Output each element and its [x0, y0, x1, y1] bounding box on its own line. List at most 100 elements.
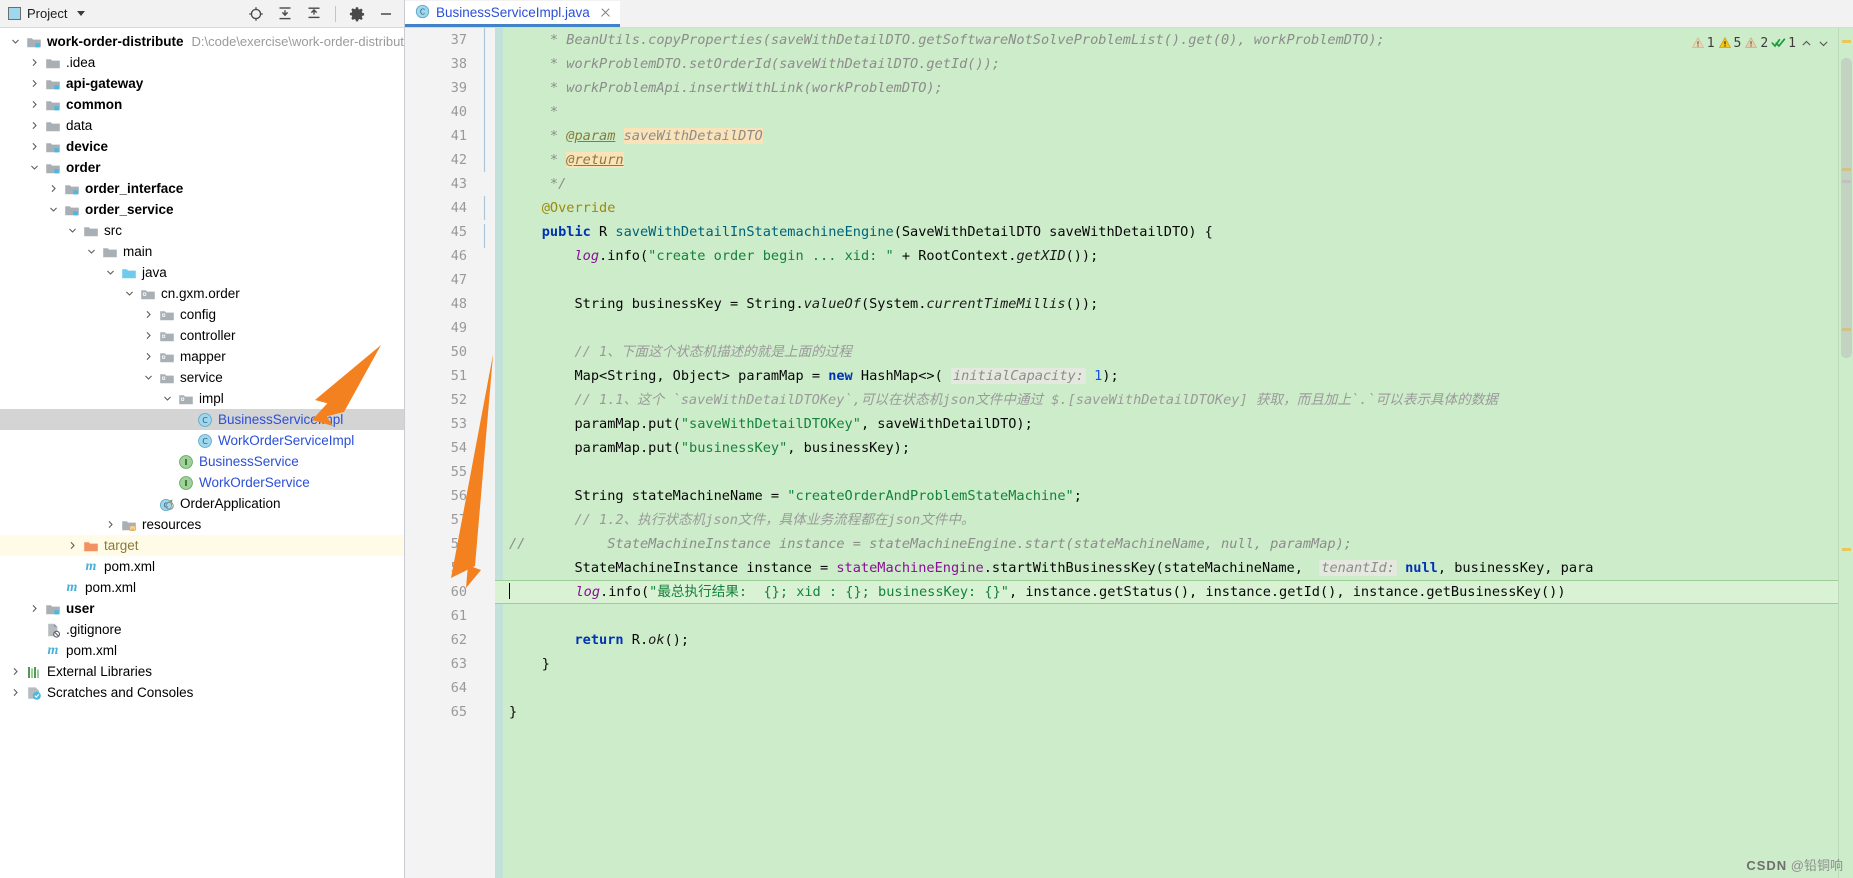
chevron-down-icon[interactable]: [66, 224, 79, 237]
tree-item-work-order-distribute[interactable]: work-order-distribute D:\code\exercise\wo…: [0, 31, 404, 52]
chevron-down-icon[interactable]: [142, 371, 155, 384]
chevron-down-icon[interactable]: [47, 203, 60, 216]
tree-item-controller[interactable]: controller: [0, 325, 404, 346]
settings-gear-icon[interactable]: [349, 6, 365, 22]
chevron-right-icon[interactable]: [142, 350, 155, 363]
tree-item-mapper[interactable]: mapper: [0, 346, 404, 367]
inspection-ok-check[interactable]: 1: [1771, 36, 1796, 51]
code-line-54[interactable]: paramMap.put("businessKey", businessKey)…: [495, 436, 1838, 460]
line-number-57[interactable]: 57: [405, 508, 473, 532]
tree-item-cn-gxm-order[interactable]: cn.gxm.order: [0, 283, 404, 304]
fold-marker-60[interactable]: [473, 580, 495, 604]
line-number-52[interactable]: 52: [405, 388, 473, 412]
fold-region-method-start[interactable]: [480, 224, 489, 248]
line-number-61[interactable]: 61: [405, 604, 473, 628]
fold-marker-50[interactable]: [473, 340, 495, 364]
code-line-53[interactable]: paramMap.put("saveWithDetailDTOKey", sav…: [495, 412, 1838, 436]
fold-marker-43[interactable]: [473, 172, 495, 196]
code-line-64[interactable]: [495, 676, 1838, 700]
locate-icon[interactable]: [248, 6, 264, 22]
chevron-down-icon[interactable]: [123, 287, 136, 300]
line-number-51[interactable]: 51: [405, 364, 473, 388]
tree-item-idea[interactable]: .idea: [0, 52, 404, 73]
editor-marker-scrollbar[interactable]: [1838, 28, 1853, 878]
chevron-right-icon[interactable]: [28, 140, 41, 153]
code-line-57[interactable]: // 1.2、执行状态机json文件，具体业务流程都在json文件中。: [495, 508, 1838, 532]
code-line-37[interactable]: * BeanUtils.copyProperties(saveWithDetai…: [495, 28, 1838, 52]
code-line-55[interactable]: [495, 460, 1838, 484]
line-number-60[interactable]: 60: [405, 580, 491, 604]
project-tree[interactable]: work-order-distribute D:\code\exercise\wo…: [0, 28, 404, 878]
code-line-47[interactable]: [495, 268, 1838, 292]
code-line-50[interactable]: // 1、下面这个状态机描述的就是上面的过程: [495, 340, 1838, 364]
tree-item-target[interactable]: target: [0, 535, 404, 556]
line-number-40[interactable]: 40: [405, 100, 473, 124]
fold-marker-53[interactable]: [473, 412, 495, 436]
fold-region-javadoc-end[interactable]: [480, 196, 489, 220]
fold-marker-57[interactable]: [473, 508, 495, 532]
code-line-61[interactable]: [495, 604, 1838, 628]
line-number-37[interactable]: 37: [405, 28, 473, 52]
tree-item-config[interactable]: config: [0, 304, 404, 325]
fold-marker-54[interactable]: [473, 436, 495, 460]
tree-item-businessserviceimpl[interactable]: C BusinessServiceImpl: [0, 409, 404, 430]
chevron-right-icon[interactable]: [28, 119, 41, 132]
collapse-all-icon[interactable]: [306, 6, 322, 22]
line-number-39[interactable]: 39: [405, 76, 473, 100]
chevron-right-icon[interactable]: [28, 602, 41, 615]
line-number-48[interactable]: 48: [405, 292, 473, 316]
tree-item-workorderservice[interactable]: I WorkOrderService: [0, 472, 404, 493]
dropdown-caret-icon[interactable]: [77, 11, 86, 16]
line-number-58[interactable]: 58: [405, 532, 473, 556]
code-line-49[interactable]: [495, 316, 1838, 340]
line-number-56[interactable]: 56: [405, 484, 473, 508]
tree-item-java[interactable]: java: [0, 262, 404, 283]
tree-item-impl[interactable]: impl: [0, 388, 404, 409]
code-line-42[interactable]: * @return: [495, 148, 1838, 172]
code-line-39[interactable]: * workProblemApi.insertWithLink(workProb…: [495, 76, 1838, 100]
fold-marker-55[interactable]: [473, 460, 495, 484]
tree-item-common[interactable]: common: [0, 94, 404, 115]
chevron-right-icon[interactable]: [66, 539, 79, 552]
project-title-group[interactable]: Project: [8, 6, 86, 21]
chevron-down-icon[interactable]: [9, 35, 22, 48]
code-line-41[interactable]: * @param saveWithDetailDTO: [495, 124, 1838, 148]
tree-item-service[interactable]: service: [0, 367, 404, 388]
tree-item-gitignore[interactable]: .gitignore: [0, 619, 404, 640]
tree-item-pom-xml[interactable]: m pom.xml: [0, 556, 404, 577]
tree-item-main[interactable]: main: [0, 241, 404, 262]
code-line-62[interactable]: return R.ok();: [495, 628, 1838, 652]
tree-item-api-gateway[interactable]: api-gateway: [0, 73, 404, 94]
close-icon[interactable]: [600, 7, 611, 18]
tree-item-data[interactable]: data: [0, 115, 404, 136]
chevron-right-icon[interactable]: [142, 308, 155, 321]
code-line-40[interactable]: *: [495, 100, 1838, 124]
code-line-60[interactable]: log.info("最总执行结果: {}; xid : {}; business…: [495, 580, 1838, 604]
line-number-41[interactable]: 41: [405, 124, 473, 148]
line-number-53[interactable]: 53: [405, 412, 473, 436]
tree-item-orderapplication[interactable]: C OrderApplication: [0, 493, 404, 514]
chevron-right-icon[interactable]: [9, 665, 22, 678]
line-number-65[interactable]: 65: [405, 700, 473, 724]
fold-marker-62[interactable]: [473, 628, 495, 652]
tree-item-pom-xml[interactable]: m pom.xml: [0, 640, 404, 661]
tree-item-businessservice[interactable]: I BusinessService: [0, 451, 404, 472]
code-line-48[interactable]: String businessKey = String.valueOf(Syst…: [495, 292, 1838, 316]
chevron-right-icon[interactable]: [28, 98, 41, 111]
code-line-46[interactable]: log.info("create order begin ... xid: " …: [495, 244, 1838, 268]
tree-item-workorderserviceimpl[interactable]: C WorkOrderServiceImpl: [0, 430, 404, 451]
chevron-down-icon[interactable]: [104, 266, 117, 279]
code-line-58[interactable]: // StateMachineInstance instance = state…: [495, 532, 1838, 556]
line-number-43[interactable]: 43: [405, 172, 473, 196]
code-line-59[interactable]: StateMachineInstance instance = stateMac…: [495, 556, 1838, 580]
inspection-yellow-warning[interactable]: 5: [1718, 36, 1741, 51]
chevron-right-icon[interactable]: [142, 329, 155, 342]
code-line-56[interactable]: String stateMachineName = "createOrderAn…: [495, 484, 1838, 508]
editor-tab-businessserviceimpl[interactable]: C BusinessServiceImpl.java: [405, 1, 620, 27]
fold-marker-64[interactable]: [473, 676, 495, 700]
tree-item-external-libraries[interactable]: External Libraries: [0, 661, 404, 682]
line-number-64[interactable]: 64: [405, 676, 473, 700]
tree-item-user[interactable]: user: [0, 598, 404, 619]
tree-item-device[interactable]: device: [0, 136, 404, 157]
fold-marker-47[interactable]: [473, 268, 495, 292]
